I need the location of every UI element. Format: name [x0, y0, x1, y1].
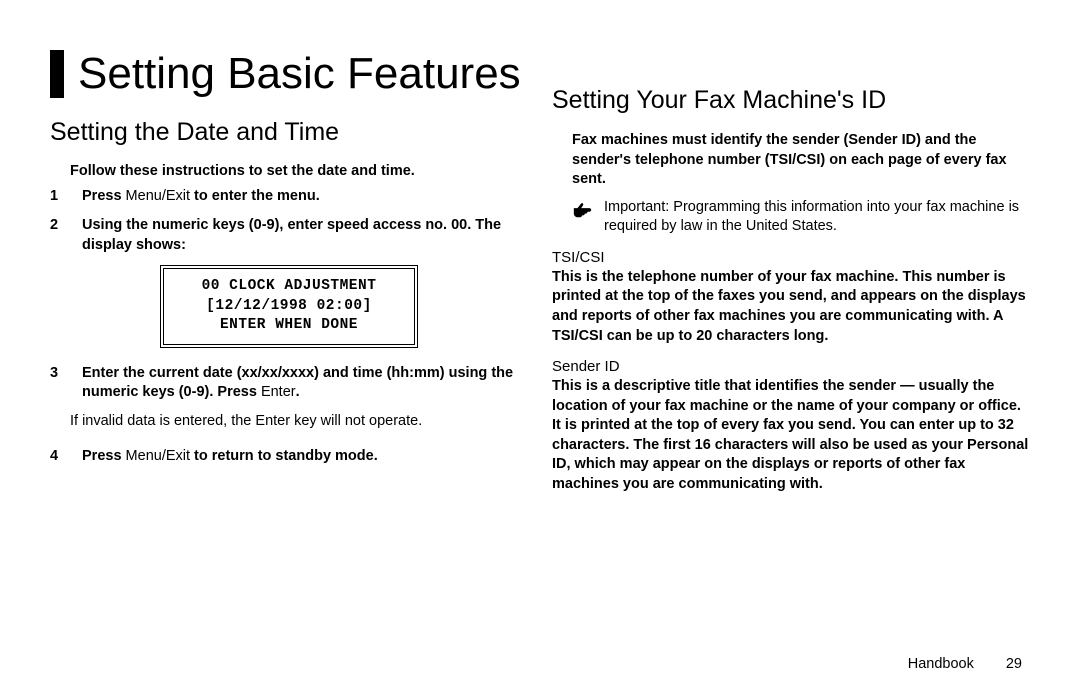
steps-list-3: 4 Press Menu/Exit to return to standby m…: [50, 447, 528, 467]
important-text: Important: Programming this information …: [604, 198, 1030, 237]
left-column: Setting Basic Features Setting the Date …: [50, 50, 528, 668]
step-1-pre: Press: [82, 188, 126, 204]
tsi-body: This is the telephone number of your fax…: [552, 268, 1030, 346]
important-row: Important: Programming this information …: [572, 198, 1030, 237]
intro-line: Follow these instructions to set the dat…: [70, 163, 528, 179]
section-heading-date: Setting the Date and Time: [50, 118, 528, 147]
step-3-text-b: .: [296, 384, 300, 400]
step-2: 2 Using the numeric keys (0-9), enter sp…: [50, 216, 528, 255]
footer-page: 29: [1006, 656, 1022, 672]
sender-body: This is a descriptive title that identif…: [552, 377, 1030, 494]
section-heading-id: Setting Your Fax Machine's ID: [552, 86, 1030, 115]
step-1-post: to enter the menu.: [190, 188, 320, 204]
step-2-text: Using the numeric keys (0-9), enter spee…: [82, 217, 501, 253]
step-4-key: Menu/Exit: [126, 448, 190, 464]
step-4: 4 Press Menu/Exit to return to standby m…: [50, 447, 528, 467]
step-1-key: Menu/Exit: [126, 188, 190, 204]
footer: Handbook 29: [908, 656, 1022, 672]
steps-list: 1 Press Menu/Exit to enter the menu. 2 U…: [50, 187, 528, 256]
main-heading: Setting Basic Features: [78, 50, 521, 98]
page: Setting Basic Features Setting the Date …: [0, 0, 1080, 698]
step-4-post: to return to standby mode.: [190, 448, 378, 464]
heading-group: Setting Basic Features: [50, 50, 528, 98]
lcd-line-1: 00 CLOCK ADJUSTMENT: [174, 277, 404, 297]
heading-accent-bar: [50, 50, 64, 98]
pointing-hand-icon: [572, 198, 594, 237]
sender-label: Sender ID: [552, 358, 1030, 375]
footer-book: Handbook: [908, 656, 974, 672]
legal-rule: Fax machines must identify the sender (S…: [572, 131, 1030, 190]
right-column: Setting Your Fax Machine's ID Fax machin…: [552, 50, 1030, 668]
lcd-display: 00 CLOCK ADJUSTMENT [12/12/1998 02:00] E…: [164, 269, 414, 344]
lcd-line-2: [12/12/1998 02:00]: [174, 297, 404, 317]
step-4-pre: Press: [82, 448, 126, 464]
invalid-note: If invalid data is entered, the Enter ke…: [70, 413, 528, 429]
step-3: 3 Enter the current date (xx/xx/xxxx) an…: [50, 364, 528, 403]
lcd-line-3: ENTER WHEN DONE: [174, 316, 404, 336]
tsi-label: TSI/CSI: [552, 249, 1030, 266]
steps-list-2: 3 Enter the current date (xx/xx/xxxx) an…: [50, 364, 528, 403]
step-3-key: Enter: [261, 384, 296, 400]
step-1: 1 Press Menu/Exit to enter the menu.: [50, 187, 528, 207]
